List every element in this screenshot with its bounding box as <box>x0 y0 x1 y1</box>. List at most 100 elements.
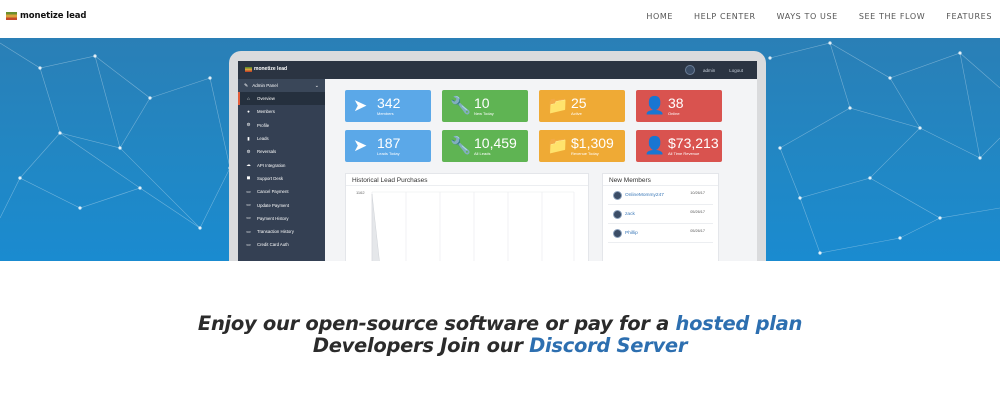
stat-value: 25 <box>571 95 587 111</box>
sidebar-item-label: Update Payment <box>257 202 290 208</box>
nav-link-ways-to-use[interactable]: WAYS TO USE <box>777 12 838 21</box>
stat-tile-active: 📁 25 Active <box>539 90 625 122</box>
sidebar-item-api-integration: ☁ API Integration <box>238 158 325 171</box>
tagline: Enjoy our open-source software or pay fo… <box>0 313 1000 357</box>
member-name: Phillip <box>625 230 638 236</box>
brand-logo-link[interactable]: monetize lead <box>6 11 86 21</box>
stat-tile-all-leads: 🔧 10,459 All Leads <box>442 130 528 162</box>
sidebar-item-payment-history: ▭ Payment History <box>238 212 325 225</box>
user-icon: 👤 <box>644 136 666 155</box>
nav-link-see-the-flow[interactable]: SEE THE FLOW <box>859 12 925 21</box>
sidebar-item-overview: ⌂ Overview <box>238 92 325 106</box>
app-header: monetize lead admin Logout <box>238 61 757 79</box>
nav-link-home[interactable]: HOME <box>646 12 673 21</box>
list-item: OnlineMommy247 10/26/17 <box>608 186 713 205</box>
card-icon: ▭ <box>246 202 251 208</box>
app-logo-icon <box>245 66 252 72</box>
sidebar-header-label: Admin Panel <box>252 83 278 88</box>
sidebar-item-label: Support Desk <box>257 175 284 181</box>
stat-tile-leads-today: ➤ 187 Leads Today <box>345 130 431 162</box>
sidebar-item-leads: ▮ Leads <box>238 132 325 145</box>
brand-logo-icon <box>6 12 17 20</box>
avatar <box>613 228 622 238</box>
member-name: zack <box>625 211 635 217</box>
folder-icon: 📁 <box>547 96 569 115</box>
sidebar-item-label: Members <box>257 109 275 115</box>
card-icon: ▭ <box>246 241 251 247</box>
members-panel-title: New Members <box>603 174 718 186</box>
list-item: Phillip 05/26/17 <box>608 224 713 243</box>
sidebar-item-transaction-history: ▭ Transaction History <box>238 225 325 238</box>
paper-plane-icon: ➤ <box>353 96 368 115</box>
sidebar-item-label: Cancel Payment <box>257 189 289 195</box>
member-name: OnlineMommy247 <box>625 192 664 198</box>
nav-links: HOME HELP CENTER WAYS TO USE SEE THE FLO… <box>625 12 992 21</box>
hero-banner: monetize lead admin Logout ✎ Admin Panel… <box>0 38 1000 261</box>
sidebar-item-label: Reversals <box>257 149 277 155</box>
stat-value: 38 <box>668 95 684 111</box>
sidebar-item-label: Overview <box>257 96 275 102</box>
app-logout-link: Logout <box>729 67 743 73</box>
stat-tile-new-today: 🔧 10 New Today <box>442 90 528 122</box>
sidebar-item-profile: ⚙ Profile <box>238 119 325 132</box>
tagline-line-2-text: Developers Join our <box>312 334 530 357</box>
dashboard-content: ➤ 342 Members 🔧 10 New Today 📁 25 Active… <box>325 79 757 261</box>
historical-chart <box>371 191 575 261</box>
stat-label: Leads Today <box>377 151 400 156</box>
user-icon: 👤 <box>644 96 666 115</box>
tagline-line-1: Enjoy our open-source software or pay fo… <box>0 313 1000 335</box>
top-navbar: monetize lead HOME HELP CENTER WAYS TO U… <box>0 0 1000 38</box>
card-icon: ▭ <box>246 228 251 234</box>
stat-tile-all-time-revenue: 👤 $73,213 All Time Revenue <box>636 130 722 162</box>
sidebar-item-label: Transaction History <box>257 229 294 235</box>
discord-server-link[interactable]: Discord Server <box>529 334 687 357</box>
sidebar-item-label: Credit Card Auth <box>257 242 289 248</box>
stat-label: Online <box>668 111 680 116</box>
paper-plane-icon: ➤ <box>353 136 368 155</box>
app-brand: monetize lead <box>245 66 287 72</box>
stat-tile-revenue-today: 📁 $1,309 Revenue Today <box>539 130 625 162</box>
brand-name: monetize lead <box>20 11 87 21</box>
nav-link-features[interactable]: FEATURES <box>946 12 992 21</box>
folder-icon: 📁 <box>547 136 569 155</box>
stat-value: 342 <box>377 95 401 111</box>
card-icon: ▭ <box>246 188 251 194</box>
stat-label: Members <box>377 111 394 116</box>
truck-icon: ◼ <box>246 175 251 181</box>
avatar <box>613 209 622 219</box>
chevron-down-icon: ⌄ <box>314 82 319 89</box>
laptop-mockup: monetize lead admin Logout ✎ Admin Panel… <box>229 51 766 261</box>
tagline-line-1-text: Enjoy our open-source software or pay fo… <box>197 312 676 335</box>
wrench-icon: ✎ <box>244 82 249 89</box>
stat-value: 10,459 <box>474 135 517 151</box>
sidebar-item-label: Payment History <box>257 215 289 221</box>
member-date: 10/26/17 <box>690 191 705 195</box>
sidebar-item-credit-card-auth: ▭ Credit Card Auth <box>238 238 325 251</box>
avatar <box>684 65 695 75</box>
wrench-icon: 🔧 <box>450 96 472 115</box>
sidebar-item-update-payment: ▭ Update Payment <box>238 198 325 211</box>
hosted-plan-link[interactable]: hosted plan <box>676 312 803 335</box>
stat-tile-members: ➤ 342 Members <box>345 90 431 122</box>
gear-icon: ⚙ <box>246 122 251 128</box>
historical-chart-panel: Historical Lead Purchases 1162 <box>345 173 589 261</box>
user-icon: ● <box>247 109 250 115</box>
tagline-line-2: Developers Join our Discord Server <box>0 335 1000 357</box>
home-icon: ⌂ <box>247 96 250 102</box>
sidebar-item-reversals: ⚙ Reversals <box>238 145 325 158</box>
stat-label: New Today <box>474 111 494 116</box>
stat-value: $73,213 <box>668 135 719 151</box>
gear-icon: ⚙ <box>246 148 251 154</box>
sidebar-header: ✎ Admin Panel ⌄ <box>238 79 325 92</box>
new-members-panel: New Members OnlineMommy247 10/26/17 zack… <box>602 173 719 261</box>
stat-value: 10 <box>474 95 490 111</box>
sidebar-item-label: Profile <box>257 122 270 128</box>
nav-link-help-center[interactable]: HELP CENTER <box>694 12 756 21</box>
sidebar-item-label: API Integration <box>257 162 286 168</box>
dashboard-screenshot: monetize lead admin Logout ✎ Admin Panel… <box>238 61 757 261</box>
card-icon: ▭ <box>246 215 251 221</box>
cloud-icon: ☁ <box>246 162 251 168</box>
stat-label: All Time Revenue <box>668 151 700 156</box>
stat-label: Active <box>571 111 582 116</box>
stat-label: All Leads <box>474 151 491 156</box>
